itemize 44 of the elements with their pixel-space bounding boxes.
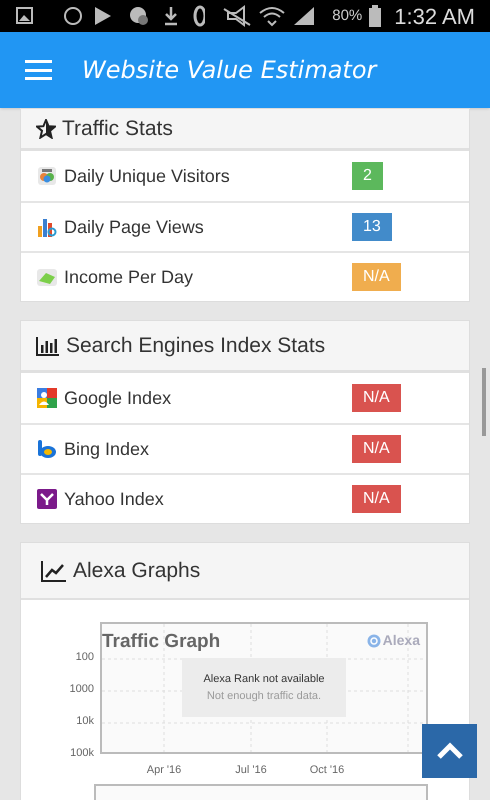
- stat-label: Google Index: [64, 386, 172, 410]
- money-icon: [36, 267, 58, 287]
- axis-label: 10k: [76, 715, 94, 727]
- axis-label: Oct '16: [308, 763, 346, 778]
- alexa-logo-icon: [366, 634, 381, 648]
- scroll-top-button[interactable]: [422, 724, 477, 778]
- battery-icon: [368, 5, 382, 27]
- graph-title: Traffic Graph: [102, 630, 220, 654]
- battery-percent: 80%: [332, 6, 362, 26]
- axis-label: 100: [76, 651, 94, 663]
- stat-label: Daily Unique Visitors: [64, 164, 230, 188]
- message-text: Alexa Rank not available: [203, 672, 325, 687]
- scrollbar-thumb: [482, 368, 486, 436]
- menu-button[interactable]: [25, 60, 52, 80]
- stat-value: N/A: [352, 485, 401, 513]
- stat-value: N/A: [352, 263, 401, 291]
- app-title: Website Value Estimator: [82, 55, 376, 86]
- yahoo-icon: [36, 488, 58, 510]
- stat-label: Income Per Day: [64, 266, 194, 289]
- axis-label: 100k: [70, 747, 94, 759]
- message-note: Not enough traffic data.: [206, 688, 322, 704]
- line-chart-icon: [41, 560, 67, 582]
- card-title: Search Engines Index Stats: [66, 332, 326, 359]
- axis-label: Apr '16: [146, 763, 182, 778]
- axis-label: 1000: [70, 683, 94, 695]
- stat-label: Yahoo Index: [64, 488, 164, 510]
- bar-chart-icon: [37, 216, 57, 238]
- stat-value: N/A: [352, 435, 401, 463]
- stat-value: 2: [352, 162, 383, 190]
- stat-value: 13: [352, 213, 392, 241]
- stat-label: Bing Index: [64, 438, 150, 461]
- card-title: Traffic Stats: [62, 116, 173, 142]
- card-title: Alexa Graphs: [73, 558, 200, 584]
- alexa-brand: Alexa: [382, 631, 420, 650]
- chevron-up-icon: [436, 742, 464, 760]
- stat-value: N/A: [352, 384, 401, 412]
- clock-time: 1:32 AM: [394, 2, 475, 30]
- people-icon: [37, 166, 57, 186]
- google-icon: [36, 387, 58, 409]
- bar-chart-icon: [36, 336, 60, 356]
- stat-label: Daily Page Views: [64, 216, 204, 239]
- axis-label: Jul '16: [234, 763, 268, 778]
- bing-icon: [36, 438, 58, 460]
- star-icon: [36, 118, 56, 138]
